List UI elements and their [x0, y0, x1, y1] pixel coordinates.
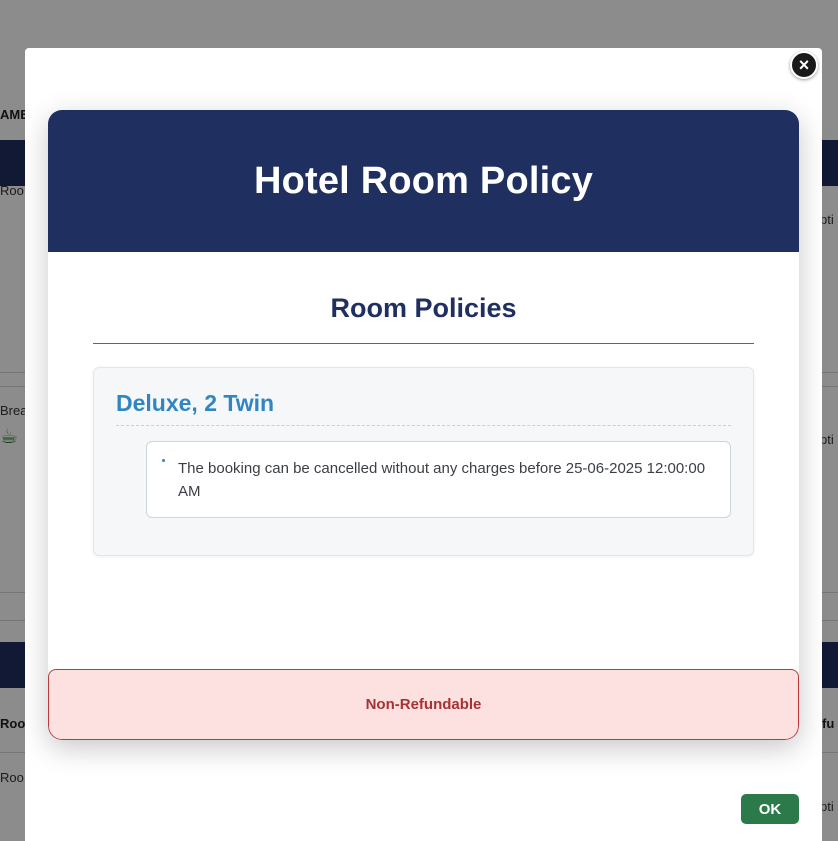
section-title: Room Policies [330, 293, 517, 323]
close-icon: × [798, 54, 810, 75]
room-name: Deluxe, 2 Twin [116, 390, 275, 416]
bullet-icon [162, 459, 165, 462]
policy-rule-text: The booking can be cancelled without any… [178, 460, 706, 500]
policy-title: Hotel Room Policy [253, 159, 594, 202]
section-divider [93, 343, 754, 344]
refund-status-banner: Non-Refundable [48, 669, 799, 740]
ok-button[interactable]: OK [741, 794, 799, 824]
refund-status-text: Non-Refundable [365, 696, 482, 713]
room-policy-box: Deluxe, 2 Twin The booking can be cancel… [93, 367, 754, 556]
policy-rule-box: The booking can be cancelled without any… [146, 441, 731, 518]
policy-header: Hotel Room Policy [48, 110, 799, 252]
policy-card: Hotel Room Policy Room Policies Deluxe, … [48, 110, 799, 740]
ok-button-label: OK [758, 800, 782, 818]
close-button[interactable]: × [790, 51, 818, 79]
room-divider [116, 425, 731, 426]
